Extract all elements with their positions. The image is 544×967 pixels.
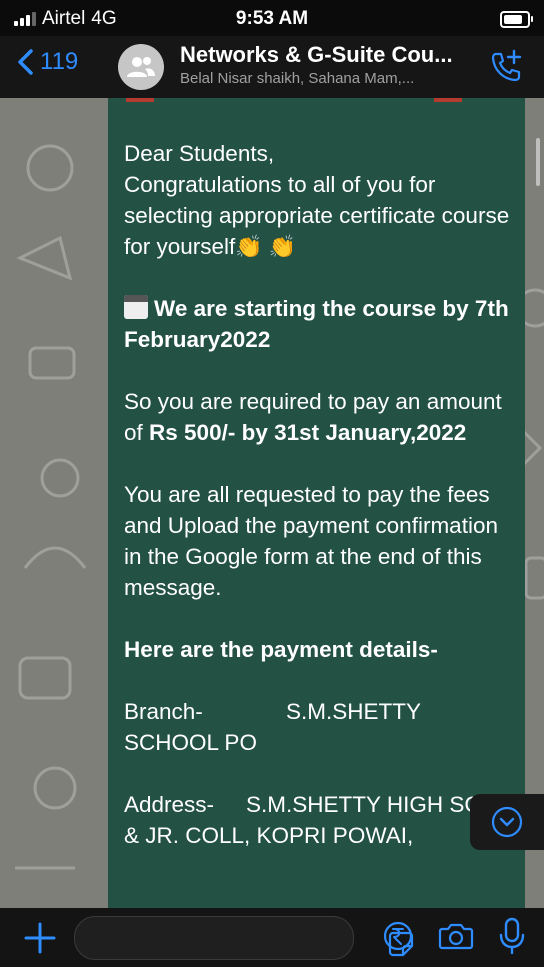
address-value-cont: & JR. COLL, KOPRI POWAI, <box>124 823 414 848</box>
group-avatar-icon <box>127 57 155 77</box>
battery-icon <box>500 11 533 28</box>
branch-label: Branch- <box>124 699 203 724</box>
clock: 9:53 AM <box>235 8 309 29</box>
message-text: Dear Students, Congratulations to all of… <box>124 138 514 882</box>
address-value: S.M.SHETTY HIGH SCH <box>246 792 497 817</box>
chevron-left-icon <box>18 49 33 75</box>
back-button[interactable]: 119 <box>16 48 78 76</box>
scroll-down-button[interactable] <box>470 794 544 850</box>
chat-area[interactable]: Dear Students, Congratulations to all of… <box>0 98 544 908</box>
bubble-marker <box>126 98 154 102</box>
message-input[interactable] <box>74 916 414 960</box>
payment-details-heading: Here are the payment details- <box>124 637 438 662</box>
scrollbar[interactable] <box>536 138 540 186</box>
plus-icon[interactable] <box>22 920 58 956</box>
bubble-marker <box>434 98 462 102</box>
branch-value-cont: SCHOOL PO <box>124 730 257 755</box>
upload-instructions-text: You are all requested to pay the fees an… <box>124 482 498 600</box>
rupee-icon[interactable] <box>382 920 414 952</box>
add-call-icon[interactable] <box>488 48 524 84</box>
branch-value: S.M.SHETTY <box>286 699 422 724</box>
microphone-icon[interactable] <box>498 916 526 956</box>
address-label: Address- <box>124 792 215 817</box>
message-bubble[interactable]: Dear Students, Congratulations to all of… <box>108 98 525 908</box>
camera-icon[interactable] <box>438 920 474 952</box>
course-start-text: We are starting the course by 7th Februa… <box>124 296 509 352</box>
congrats-text: Congratulations to all of you for select… <box>124 172 510 259</box>
greeting-text: Dear Students, <box>124 141 275 166</box>
group-avatar[interactable] <box>118 44 164 90</box>
group-members: Belal Nisar shaikh, Sahana Mam,... <box>180 70 415 87</box>
chat-header: 119 Networks & G-Suite Cou... Belal Nisa… <box>0 36 544 98</box>
clapping-hands-icon: 👏 👏 <box>235 234 297 259</box>
group-title: Networks & G-Suite Cou... <box>180 42 453 67</box>
status-bar: Airtel 4G 9:53 AM <box>0 0 544 36</box>
calendar-icon <box>124 295 148 319</box>
unread-count: 119 <box>40 48 79 75</box>
composer-bar <box>0 908 544 967</box>
chevron-down-circle-icon <box>491 806 523 838</box>
payment-amount-text: Rs 500/- by 31st January,2022 <box>149 420 467 445</box>
chat-title-block[interactable]: Networks & G-Suite Cou... Belal Nisar sh… <box>180 42 480 87</box>
